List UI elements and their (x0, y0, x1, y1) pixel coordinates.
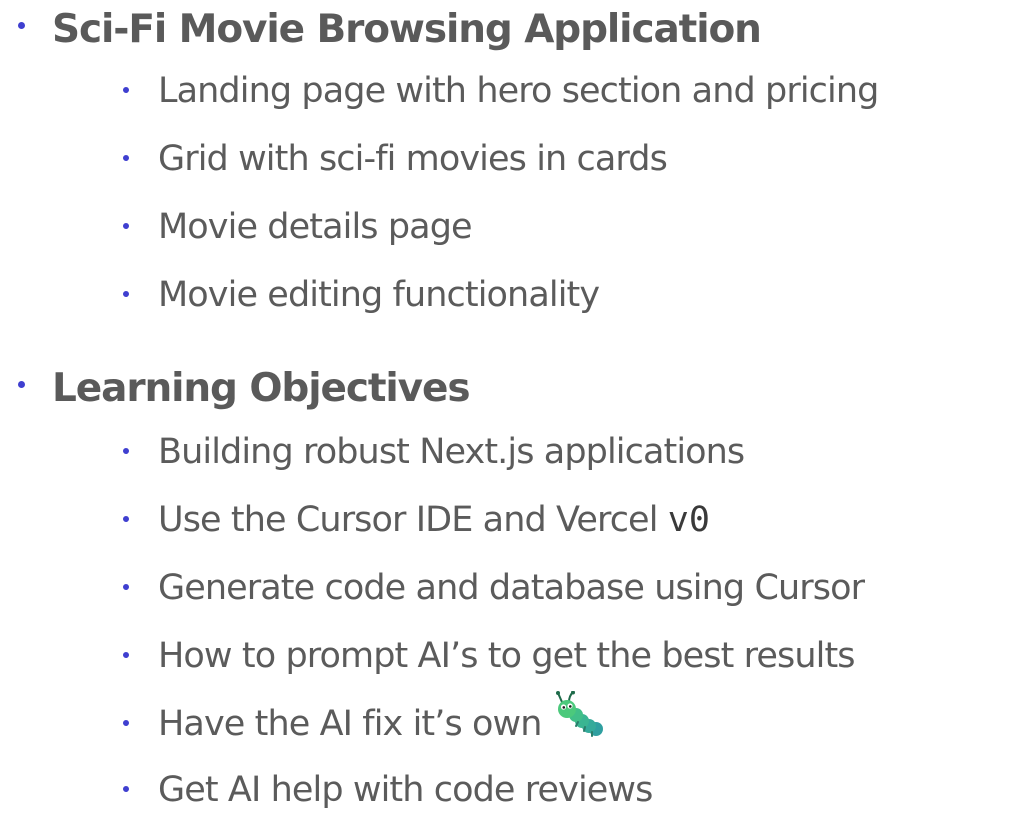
bullet-icon (18, 22, 25, 29)
list-item-text: Have the AI fix it’s own (158, 704, 542, 744)
bullet-icon (123, 720, 129, 726)
list-item: Movie details page (0, 199, 1010, 255)
code-v0: v0 (667, 500, 710, 540)
list-item-text-container: Have the AI fix it’s own (158, 690, 606, 754)
list-item: How to prompt AI’s to get the best resul… (0, 628, 1010, 684)
bullet-icon (123, 652, 129, 658)
section-heading: Sci-Fi Movie Browsing Application (52, 7, 762, 52)
bullet-icon (123, 516, 129, 522)
list-item: Get AI help with code reviews (0, 762, 1010, 818)
list-item: Grid with sci-fi movies in cards (0, 131, 1010, 187)
list-item-text: Generate code and database using Cursor (158, 568, 865, 608)
section-heading: Learning Objectives (52, 366, 471, 411)
bullet-icon (123, 291, 129, 297)
list-item: Building robust Next.js applications (0, 424, 1010, 480)
list-item-text: How to prompt AI’s to get the best resul… (158, 636, 856, 676)
list-item: Landing page with hero section and prici… (0, 63, 1010, 119)
bug-emoji-icon (555, 690, 606, 754)
list-item: Generate code and database using Cursor (0, 560, 1010, 616)
list-item-text: Building robust Next.js applications (158, 432, 745, 472)
bullet-icon (123, 448, 129, 454)
list-item-text: Landing page with hero section and prici… (158, 71, 879, 111)
bullet-icon (123, 155, 129, 161)
bullet-icon (18, 381, 25, 388)
bullet-icon (123, 786, 129, 792)
list-item: Use the Cursor IDE and Vercel v0 (0, 492, 1010, 548)
list-item: Movie editing functionality (0, 267, 1010, 323)
heading-sci-fi-app: Sci-Fi Movie Browsing Application (0, 2, 1010, 62)
list-item-text: Movie details page (158, 207, 473, 247)
bullet-icon (123, 87, 129, 93)
bullet-icon (123, 223, 129, 229)
list-item-text: Movie editing functionality (158, 275, 600, 315)
list-item-text-container: Use the Cursor IDE and Vercel v0 (158, 492, 710, 548)
bullet-icon (123, 584, 129, 590)
heading-learning-objectives: Learning Objectives (0, 361, 1010, 421)
list-item-text: Use the Cursor IDE and Vercel (158, 500, 668, 540)
list-item-text: Get AI help with code reviews (158, 770, 653, 810)
list-item: Have the AI fix it’s own (0, 690, 1010, 754)
list-item-text: Grid with sci-fi movies in cards (158, 139, 668, 179)
